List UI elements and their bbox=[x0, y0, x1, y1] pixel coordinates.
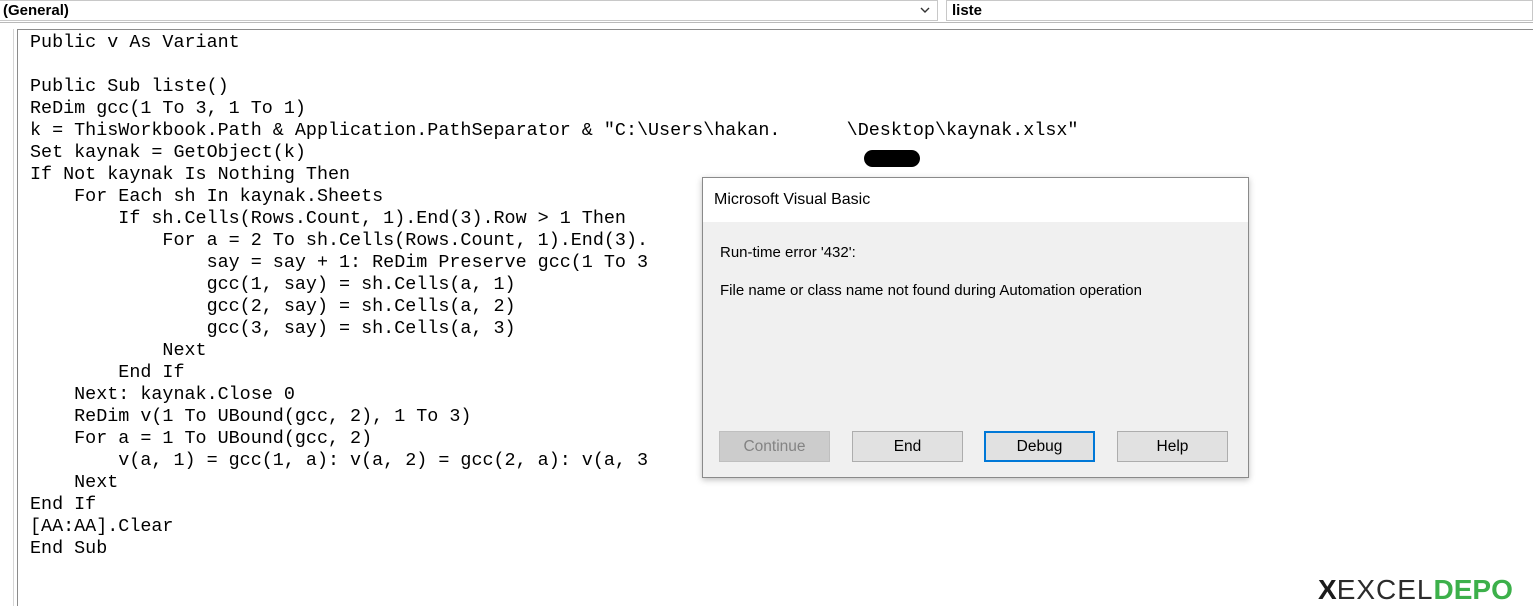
dialog-titlebar[interactable]: Microsoft Visual Basic bbox=[703, 178, 1248, 222]
object-combo[interactable]: (General) bbox=[0, 0, 938, 21]
error-message-text: File name or class name not found during… bbox=[720, 282, 1142, 299]
runtime-error-dialog: Microsoft Visual Basic Run-time error '4… bbox=[702, 177, 1249, 478]
redacted-text bbox=[864, 150, 920, 167]
procedure-toolbar: (General) liste bbox=[0, 0, 1533, 23]
help-button[interactable]: Help bbox=[1117, 431, 1228, 462]
object-combo-value: (General) bbox=[3, 2, 69, 19]
gutter-divider bbox=[13, 29, 14, 606]
continue-button[interactable]: Continue bbox=[719, 431, 830, 462]
procedure-combo[interactable]: liste bbox=[946, 0, 1533, 21]
watermark-excel: EXCEL bbox=[1336, 574, 1434, 605]
procedure-combo-value: liste bbox=[952, 2, 983, 19]
debug-button[interactable]: Debug bbox=[984, 431, 1095, 462]
error-code-text: Run-time error '432': bbox=[720, 244, 856, 261]
margin-indicator-bar[interactable] bbox=[0, 29, 18, 606]
watermark-x: X bbox=[1318, 574, 1337, 605]
chevron-down-icon[interactable] bbox=[919, 4, 931, 16]
end-button[interactable]: End bbox=[852, 431, 963, 462]
exceldepo-watermark-logo: XEXCELDEPO bbox=[1318, 574, 1513, 606]
watermark-depo: DEPO bbox=[1433, 574, 1513, 605]
dialog-title: Microsoft Visual Basic bbox=[714, 191, 871, 208]
